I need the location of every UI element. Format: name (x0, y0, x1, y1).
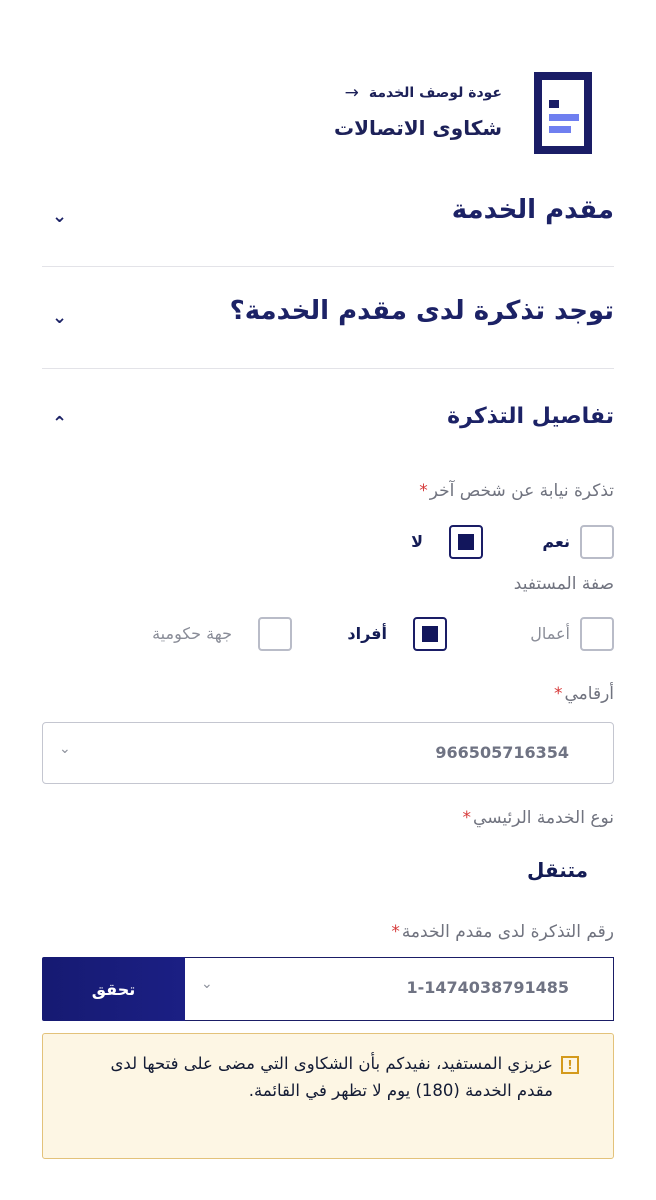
on-behalf-no-checkbox[interactable] (449, 525, 483, 559)
my-numbers-value: 966505716354 (435, 743, 569, 762)
section-has-ticket-title[interactable]: توجد تذكرة لدى مقدم الخدمة؟ (230, 296, 614, 326)
page-title: شكاوى الاتصالات (334, 116, 502, 140)
beneficiary-business-label: أعمال (530, 624, 570, 643)
on-behalf-no-label: لا (411, 532, 423, 551)
back-link-label: عودة لوصف الخدمة (368, 85, 502, 101)
ticket-number-input[interactable]: 1-1474038791485 ⌄ (185, 957, 614, 1021)
main-service-type-label: نوع الخدمة الرئيسي* (462, 808, 614, 828)
service-logo (534, 72, 592, 154)
chevron-down-icon: ⌄ (201, 976, 213, 992)
section-provider-title[interactable]: مقدم الخدمة (452, 195, 614, 225)
chevron-down-icon: ⌄ (59, 741, 71, 757)
arrow-right-icon: → (344, 83, 359, 103)
divider (42, 266, 614, 267)
my-numbers-select[interactable]: 966505716354 ⌄ (42, 722, 614, 784)
ticket-number-label: رقم التذكرة لدى مقدم الخدمة* (391, 922, 614, 942)
beneficiary-individuals-checkbox[interactable] (413, 617, 447, 651)
info-icon: ! (561, 1056, 579, 1074)
on-behalf-label: تذكرة نيابة عن شخص آخر* (419, 481, 614, 501)
beneficiary-type-label: صفة المستفيد (513, 574, 614, 594)
my-numbers-label: أرقامي* (553, 684, 614, 704)
notice-text: عزيزي المستفيد، نفيدكم بأن الشكاوى التي … (110, 1054, 554, 1100)
ticket-number-value: 1-1474038791485 (406, 978, 570, 997)
section-ticket-details-title[interactable]: تفاصيل التذكرة (447, 404, 614, 429)
on-behalf-yes-checkbox[interactable] (580, 525, 614, 559)
main-service-type-value: متنقل (527, 858, 588, 882)
beneficiary-government-checkbox[interactable] (258, 617, 292, 651)
on-behalf-yes-label: نعم (542, 532, 570, 551)
chevron-up-icon[interactable]: ⌃ (52, 413, 67, 434)
verify-button[interactable]: تحقق (42, 957, 185, 1021)
notice-box: ! عزيزي المستفيد، نفيدكم بأن الشكاوى الت… (42, 1033, 614, 1159)
beneficiary-individuals-label: أفراد (347, 624, 387, 643)
beneficiary-government-label: جهة حكومية (152, 624, 232, 643)
beneficiary-business-checkbox[interactable] (580, 617, 614, 651)
chevron-down-icon[interactable]: ⌄ (52, 307, 67, 328)
divider (42, 368, 614, 369)
back-to-service-description-link[interactable]: عودة لوصف الخدمة → (345, 82, 502, 104)
chevron-down-icon[interactable]: ⌄ (52, 206, 67, 227)
